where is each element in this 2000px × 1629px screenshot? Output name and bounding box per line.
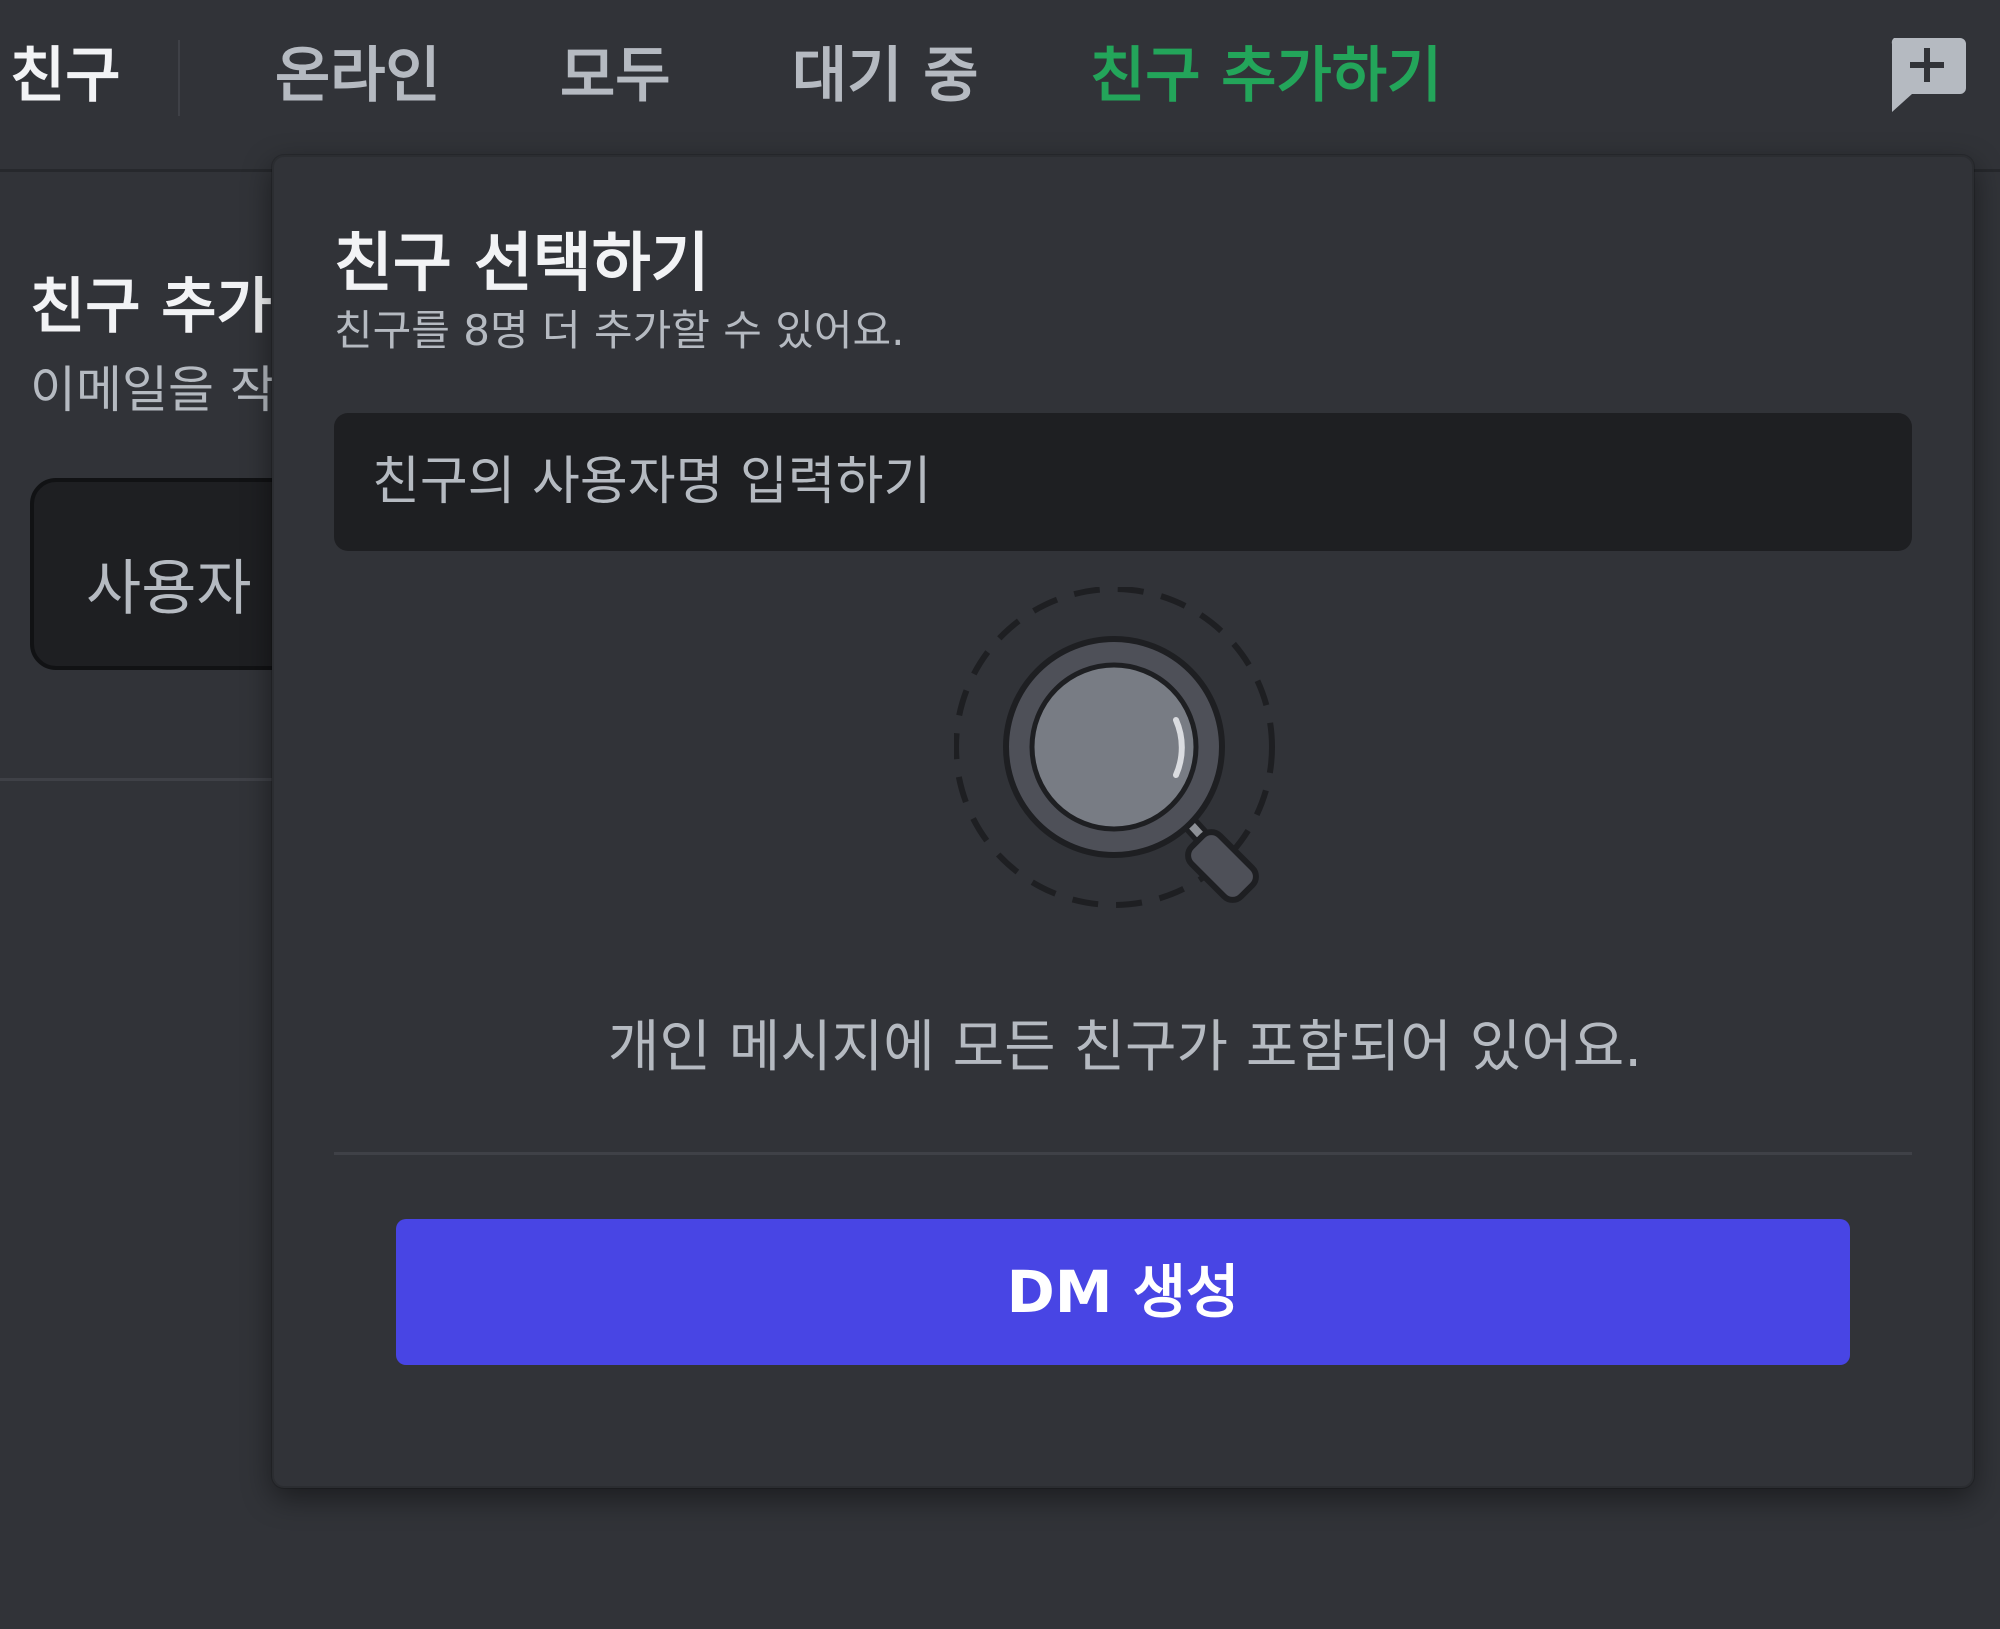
tab-all[interactable]: 모두 <box>560 36 670 116</box>
new-group-dm-icon[interactable] <box>1886 34 1968 114</box>
page-title: 친구 <box>10 41 121 111</box>
friends-header: 친구 온라인 모두 대기 중 친구 추가하기 <box>0 0 2000 172</box>
tab-online[interactable]: 온라인 <box>275 36 441 116</box>
magnifying-glass-icon <box>954 587 1275 908</box>
section-divider <box>0 778 300 781</box>
popout-divider <box>334 1152 1912 1155</box>
popout-title: 친구 선택하기 <box>334 227 710 301</box>
friend-search-box[interactable] <box>334 413 1912 551</box>
add-friend-input-placeholder: 사용자 <box>86 554 252 624</box>
friend-search-input[interactable] <box>372 413 1872 551</box>
tab-pending[interactable]: 대기 중 <box>792 36 979 116</box>
select-friends-popout: 친구 선택하기 친구를 8명 더 추가할 수 있어요. 개인 메시지에 모든 친… <box>272 155 1974 1488</box>
popout-subtitle: 친구를 8명 더 추가할 수 있어요. <box>334 306 905 355</box>
tab-add-friend[interactable]: 친구 추가하기 <box>1090 36 1442 116</box>
empty-state-message: 개인 메시지에 모든 친구가 포함되어 있어요. <box>607 1015 1643 1080</box>
header-divider <box>178 40 180 116</box>
add-friend-description: 이메일을 작 <box>30 361 276 419</box>
create-dm-button[interactable]: DM 생성 <box>396 1219 1850 1365</box>
